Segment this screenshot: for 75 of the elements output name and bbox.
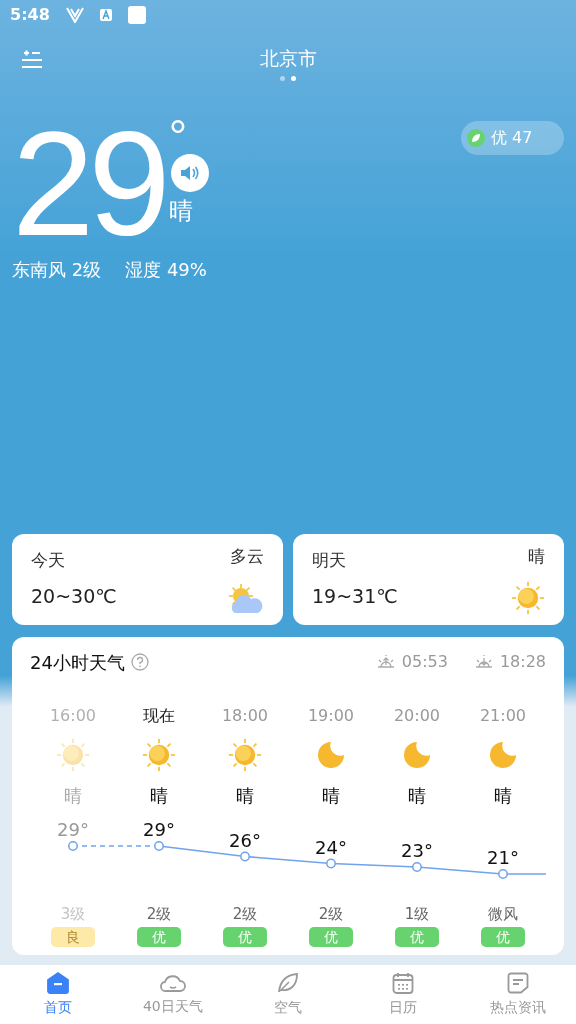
day-label: 明天	[312, 548, 347, 572]
current-temperature: 29	[12, 122, 165, 244]
degree-sign: °	[168, 122, 188, 152]
hour-condition: 晴	[64, 783, 82, 808]
hour-label: 18:00	[221, 704, 269, 727]
day-condition: 多云	[230, 544, 264, 568]
hour-temperature: 24°	[315, 836, 347, 857]
sun-icon	[142, 737, 176, 772]
nav-tab[interactable]: 40日天气	[115, 965, 231, 1024]
hour-label: 19:00	[307, 704, 355, 727]
air-quality-badge: 优	[223, 927, 267, 947]
humidity-text: 湿度 49%	[125, 258, 207, 282]
help-icon[interactable]	[130, 653, 149, 671]
hour-temperature: 21°	[487, 846, 519, 868]
air-quality-badge: 优	[395, 927, 439, 947]
cloud-icon	[159, 972, 186, 994]
hour-wind: 1级	[404, 903, 430, 925]
app-notification-icon	[99, 9, 112, 21]
air-quality-value: 优 47	[491, 127, 533, 149]
hour-temperature: 26°	[229, 829, 261, 850]
nav-tab[interactable]: 首页	[0, 965, 116, 1024]
sunset-icon	[473, 654, 494, 670]
nav-tab[interactable]: 空气	[230, 965, 346, 1024]
hour-wind: 微风	[488, 903, 518, 925]
day-temperature-range: 20~30℃	[31, 584, 117, 609]
partly-cloudy-icon	[226, 582, 264, 615]
hour-condition: 晴	[150, 783, 168, 808]
status-time: 5:48	[10, 4, 50, 26]
nav-tab[interactable]: 日历	[345, 965, 461, 1024]
day-label: 今天	[31, 548, 66, 572]
note-icon	[506, 971, 531, 995]
hour-wind: 2级	[318, 903, 344, 925]
hour-label: 现在	[143, 704, 175, 727]
moon-icon	[402, 739, 432, 770]
hour-condition: 晴	[408, 783, 426, 808]
hour-condition: 晴	[494, 783, 512, 808]
speaker-button[interactable]	[170, 154, 209, 192]
sunset-time: 18:28	[499, 651, 546, 673]
nav-tab[interactable]: 热点资讯	[460, 965, 576, 1024]
hourly-title: 24小时天气	[30, 650, 125, 675]
hour-temperature: 29°	[143, 818, 175, 840]
hour-label: 16:00	[49, 704, 97, 727]
hour-label: 21:00	[479, 704, 527, 727]
moon-icon	[488, 739, 518, 770]
day-card[interactable]: 今天 20~30℃ 多云	[12, 533, 283, 625]
sunrise-time: 05:53	[401, 651, 448, 673]
home-icon	[45, 971, 70, 995]
city-title: 北京市	[259, 46, 317, 71]
sun-icon	[228, 737, 262, 772]
air-quality-badge: 良	[51, 927, 95, 947]
v-logo-icon	[65, 7, 84, 23]
air-quality-badge: 优	[481, 927, 525, 947]
sun-icon	[56, 737, 90, 772]
hour-wind: 2级	[232, 903, 258, 925]
hour-temperature: 23°	[401, 839, 433, 861]
day-condition: 晴	[528, 544, 545, 568]
hour-wind: 2级	[146, 903, 172, 925]
hour-condition: 晴	[236, 783, 254, 808]
moon-icon	[316, 739, 346, 770]
day-temperature-range: 19~31℃	[312, 584, 398, 609]
wind-text: 东南风 2级	[12, 258, 102, 282]
calendar-icon	[391, 971, 416, 995]
air-quality-badge: 优	[137, 927, 181, 947]
air-quality-pill[interactable]: 优 47	[461, 121, 564, 155]
sunrise-icon	[375, 654, 396, 670]
sun-icon	[511, 580, 545, 615]
hour-temperature: 29°	[57, 818, 89, 840]
current-condition: 晴	[168, 196, 193, 226]
day-card[interactable]: 明天 19~31℃ 晴	[293, 533, 564, 625]
air-quality-badge: 优	[309, 927, 353, 947]
hour-condition: 晴	[322, 783, 340, 808]
leaf-icon	[276, 971, 300, 995]
square-notification-icon	[127, 6, 146, 24]
hour-label: 20:00	[393, 704, 441, 727]
hour-wind: 3级	[60, 903, 86, 925]
